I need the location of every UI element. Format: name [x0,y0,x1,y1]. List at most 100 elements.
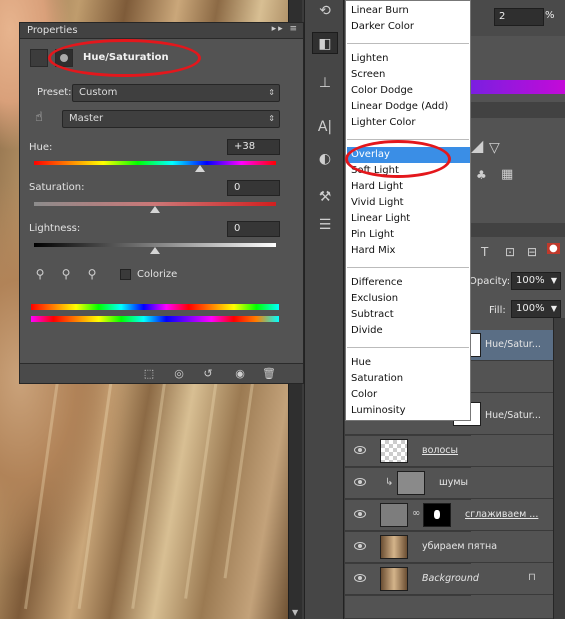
swatch-strip[interactable] [471,80,565,94]
fill-label: Fill: [489,305,506,316]
filter-toggle-icon[interactable]: ● [547,243,560,254]
photoshop-window: ▼ ⟲ ◧ ⊥ A| ◐ ⚒ ☰ Properties ▸▸ ≡ Hue/Sat… [0,0,565,619]
blend-item[interactable]: Exclusion [351,293,398,304]
eyedropper-plus-icon[interactable]: ⚲ [59,267,73,281]
gradient-map-icon[interactable]: ▽ [489,140,500,156]
shape-filter-icon[interactable]: ⊡ [505,245,515,259]
blend-item[interactable]: Linear Light [351,213,410,224]
blend-item[interactable]: Lighter Color [351,117,416,128]
blend-item[interactable]: Color [351,389,377,400]
scroll-down-icon[interactable]: ▼ [292,608,298,617]
layer-opacity-field[interactable]: 100% ▼ [511,272,561,290]
eye-icon[interactable] [354,574,366,582]
layer-name[interactable]: Hue/Satur... [485,410,541,421]
layer-thumbnail [397,471,425,495]
hue-slider-track[interactable] [34,161,276,165]
reset-icon[interactable]: ↺ [197,366,219,382]
layer-fill-field[interactable]: 100% ▼ [511,300,561,318]
eyedropper-minus-icon[interactable]: ⚲ [85,267,99,281]
layer-row-volosy[interactable]: волосы [345,436,553,467]
lightness-input[interactable]: 0 [227,221,280,237]
layer-thumbnail [380,567,408,591]
blend-item[interactable]: Lighten [351,53,388,64]
smart-filter-icon[interactable]: ⊟ [527,245,537,259]
hue-slider-thumb[interactable] [195,165,205,172]
panel-menu-icon[interactable]: ▸▸ ≡ [272,24,299,34]
view-previous-icon[interactable]: ◎ [168,366,190,382]
type-filter-icon[interactable]: T [481,245,488,259]
updown-icon: ⇕ [268,114,275,123]
layer-name[interactable]: убираем пятна [422,541,497,552]
hue-input[interactable]: +38 [227,139,280,155]
blend-item[interactable]: Hard Light [351,181,403,192]
percent-label: % [545,10,555,21]
hue-label: Hue: [29,142,53,153]
layer-name[interactable]: волосы [422,445,458,456]
preset-dropdown[interactable]: Custom ⇕ [72,84,280,102]
lightness-slider-thumb[interactable] [150,247,160,254]
layer-row-background[interactable]: Background ⊓ [345,564,553,595]
layer-row-sglazhivaem[interactable]: ∞ сглаживаем ... [345,500,553,531]
layers-scrollbar[interactable] [553,318,565,619]
blend-item[interactable]: Hue [351,357,371,368]
blend-item[interactable]: Saturation [351,373,403,384]
blend-item[interactable]: Linear Dodge (Add) [351,101,448,112]
eyedropper-icon[interactable]: ⚲ [33,267,47,281]
eye-icon[interactable] [354,446,366,454]
channel-mixer-icon[interactable]: ▦ [501,167,513,182]
eye-icon[interactable] [354,478,366,486]
layer-row-shumy[interactable]: ↳ шумы [345,468,553,499]
blend-item[interactable]: Darker Color [351,21,414,32]
blend-item[interactable]: Divide [351,325,383,336]
blend-item[interactable]: Hard Mix [351,245,395,256]
opacity-field[interactable]: 2 [494,8,544,26]
layer-name[interactable]: шумы [439,477,468,488]
panel-icon-strip: ⟲ ◧ ⊥ A| ◐ ⚒ ☰ [304,0,344,619]
layer-name[interactable]: Hue/Satur... [485,339,541,350]
blend-item[interactable]: Difference [351,277,403,288]
tool-presets-icon[interactable]: ⚒ [312,186,338,208]
visibility-icon[interactable]: ◉ [229,366,251,382]
hand-adjust-icon[interactable]: ☝ [32,111,46,125]
clip-to-layer-icon[interactable]: ⬚ [138,366,160,382]
chain-link-icon[interactable]: ∞ [412,508,420,519]
blend-item[interactable]: Subtract [351,309,394,320]
blend-item[interactable]: Vivid Light [351,197,404,208]
type-panel-icon[interactable]: A| [312,116,338,138]
trash-icon[interactable]: 🗑 [258,366,280,382]
brush-panel-icon[interactable]: ◐ [312,148,338,170]
layer-name[interactable]: Background [422,573,479,584]
blend-mode-menu[interactable]: Linear Burn Darker Color Lighten Screen … [345,0,471,421]
channel-dropdown[interactable]: Master ⇕ [62,110,280,128]
blend-item[interactable]: Linear Burn [351,5,409,16]
blend-item[interactable]: Luminosity [351,405,406,416]
layer-name[interactable]: сглаживаем ... [465,509,538,520]
sliders-icon[interactable]: ☰ [312,214,338,236]
layer-thumbnail [380,439,408,463]
curves-adjust-icon[interactable]: ◢ [471,136,483,155]
blend-item[interactable]: Pin Light [351,229,394,240]
properties-panel: Properties ▸▸ ≡ Hue/Saturation Preset: C… [19,22,304,384]
layer-row-ubiraem-pyatna[interactable]: убираем пятна [345,532,553,563]
layer-thumbnail [380,535,408,559]
stamp-icon[interactable]: ⊥ [312,72,338,94]
channel-value: Master [69,113,104,124]
eye-icon[interactable] [354,510,366,518]
color-bar-bottom [31,316,279,322]
saturation-slider-thumb[interactable] [150,206,160,213]
layer-fill-value: 100% [516,303,545,314]
opacity-label: Opacity: [469,276,511,287]
layers-footer [345,596,553,619]
saturation-input[interactable]: 0 [227,180,280,196]
eye-icon[interactable] [354,542,366,550]
color-balance-icon[interactable]: ♣ [476,168,487,182]
history-icon[interactable]: ⟲ [312,0,338,22]
layer-mask-thumbnail[interactable] [423,503,451,527]
preset-value: Custom [79,87,118,98]
blend-item[interactable]: Screen [351,69,385,80]
blend-item[interactable]: Color Dodge [351,85,413,96]
colorize-label: Colorize [137,269,178,280]
colorize-checkbox[interactable] [120,269,131,280]
adjustments-panel-icon[interactable]: ◧ [312,32,338,54]
properties-header[interactable]: Properties ▸▸ ≡ [20,23,303,39]
